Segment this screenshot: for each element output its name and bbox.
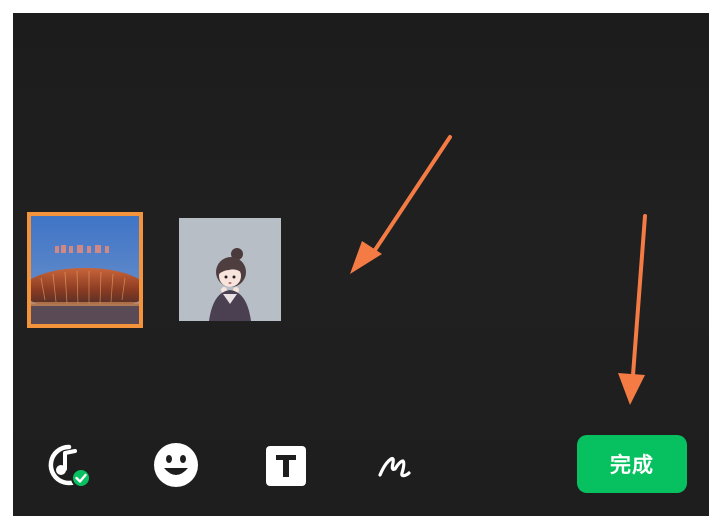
arrow-to-done-button — [618, 214, 647, 405]
music-note-check-icon[interactable] — [45, 441, 93, 489]
smiley-face-icon[interactable] — [153, 442, 199, 488]
arrow-to-thumbnail — [350, 135, 452, 274]
text-t-icon[interactable] — [265, 445, 307, 487]
done-button[interactable]: 完成 — [577, 435, 687, 493]
stadium-photo-image — [31, 216, 139, 324]
media-thumbnail-anime[interactable] — [179, 218, 281, 321]
editor-screen: 完成 — [13, 13, 709, 516]
anime-illustration-image — [179, 218, 281, 321]
media-thumbnail-stadium[interactable] — [27, 212, 143, 328]
pen-scribble-icon[interactable] — [375, 445, 415, 485]
